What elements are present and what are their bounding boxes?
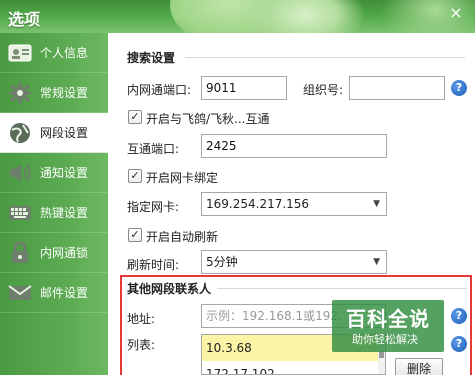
- interop-port-input[interactable]: 2425: [201, 134, 387, 158]
- sidebar-item-network[interactable]: 网段设置: [0, 113, 110, 153]
- bind-nic-label: 开启网卡绑定: [146, 171, 219, 185]
- speaker-icon: [7, 160, 33, 186]
- chevron-down-icon: ▼: [373, 257, 380, 267]
- section-divider: [185, 57, 465, 58]
- mail-icon: [7, 280, 33, 306]
- list-item[interactable]: 172.17.102: [202, 361, 385, 374]
- delete-button[interactable]: 删除: [395, 358, 443, 375]
- help-icon[interactable]: ?: [451, 336, 467, 352]
- search-settings-title: 搜索设置: [127, 51, 176, 65]
- port-input[interactable]: 9011: [201, 76, 287, 100]
- sidebar-item-label: 热键设置: [40, 206, 89, 220]
- interop-label: 开启与飞鸽/飞秋...互通: [146, 112, 270, 126]
- watermark-title: 百科全说: [346, 307, 430, 331]
- watermark-subtitle: 助你轻松解决: [352, 333, 418, 346]
- contacts-section-title: 其他网段联系人: [127, 282, 212, 296]
- sidebar-item-label: 邮件设置: [40, 286, 89, 300]
- id-card-icon: [7, 40, 33, 66]
- interop-checkbox[interactable]: ✓: [128, 110, 142, 124]
- list-label: 列表:: [127, 338, 156, 352]
- window-title: 选项: [8, 10, 41, 29]
- bind-nic-checkbox[interactable]: ✓: [128, 169, 142, 183]
- port-label: 内网通端口:: [127, 83, 192, 97]
- close-icon[interactable]: ×: [443, 3, 469, 23]
- sidebar-item-notification[interactable]: 通知设置: [0, 153, 108, 193]
- chevron-down-icon: ▼: [373, 199, 380, 209]
- sidebar-item-hotkey[interactable]: 热键设置: [0, 193, 108, 233]
- auto-refresh-label: 开启自动刷新: [146, 230, 219, 244]
- nic-select[interactable]: 169.254.217.156 ▼: [201, 192, 387, 216]
- gear-icon: [7, 80, 33, 106]
- help-icon[interactable]: ?: [451, 308, 467, 324]
- address-label: 地址:: [127, 312, 156, 326]
- help-icon[interactable]: ?: [451, 80, 467, 96]
- scroll-thumb[interactable]: [379, 351, 384, 358]
- sidebar-item-label: 网段设置: [40, 126, 89, 140]
- section-divider: [217, 288, 467, 289]
- sidebar: 个人信息 常规设置 网段设置 通知设置 热键设置 内网通锁 邮件设置: [0, 33, 110, 375]
- watermark-logo: 百科全说 助你轻松解决: [332, 300, 444, 352]
- group-input[interactable]: [349, 76, 445, 100]
- sidebar-item-mail[interactable]: 邮件设置: [0, 273, 108, 313]
- nic-select-value: 169.254.217.156: [206, 197, 310, 211]
- nic-label: 指定网卡:: [127, 200, 180, 214]
- sidebar-item-label: 个人信息: [40, 46, 89, 60]
- interop-port-label: 互通端口:: [127, 142, 180, 156]
- sidebar-item-label: 通知设置: [40, 166, 89, 180]
- globe-icon: [7, 120, 33, 146]
- title-bar: 选项 ×: [0, 0, 475, 33]
- sidebar-item-label: 常规设置: [40, 86, 89, 100]
- sidebar-item-profile[interactable]: 个人信息: [0, 33, 108, 73]
- title-bar-leaf-decoration: [245, 0, 365, 33]
- group-label: 组织号:: [303, 83, 344, 97]
- refresh-time-label: 刷新时间:: [127, 258, 180, 272]
- auto-refresh-checkbox[interactable]: ✓: [128, 228, 142, 242]
- sidebar-item-general[interactable]: 常规设置: [0, 73, 108, 113]
- refresh-time-value: 5分钟: [206, 255, 238, 269]
- sidebar-item-lock[interactable]: 内网通锁: [0, 233, 108, 273]
- lock-icon: [7, 240, 33, 266]
- keyboard-icon: [7, 200, 33, 226]
- sidebar-item-label: 内网通锁: [40, 246, 89, 260]
- refresh-time-select[interactable]: 5分钟 ▼: [201, 250, 387, 274]
